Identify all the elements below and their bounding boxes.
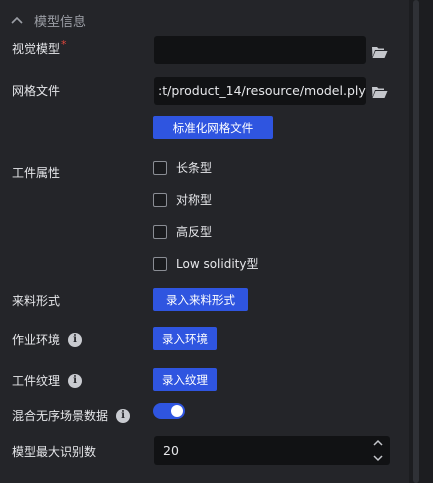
scrollbar[interactable] — [409, 0, 433, 483]
folder-open-icon[interactable] — [371, 44, 388, 58]
enter-feed-form-button[interactable]: 录入来料形式 — [153, 288, 248, 311]
checkbox-row-reflective[interactable]: 高反型 — [153, 223, 212, 240]
enter-texture-button[interactable]: 录入纹理 — [153, 368, 217, 391]
visual-model-label-text: 视觉模型 — [12, 42, 61, 56]
mixed-data-label: 混合无序场景数据 i — [12, 407, 131, 424]
checkbox-row-low-solidity[interactable]: Low solidity型 — [153, 255, 258, 272]
workpiece-props-label: 工件属性 — [12, 166, 61, 180]
stepper-value: 20 — [163, 443, 179, 458]
work-env-label-text: 作业环境 — [12, 333, 61, 347]
stepper-down-icon[interactable] — [373, 455, 383, 462]
max-recognition-label: 模型最大识别数 — [12, 445, 97, 459]
folder-open-icon[interactable] — [371, 84, 388, 98]
checkbox[interactable] — [153, 192, 167, 207]
mesh-file-field[interactable]: :t/product_14/resource/model.ply — [154, 77, 366, 105]
enter-env-button[interactable]: 录入环境 — [153, 327, 217, 350]
checkbox-label: 长条型 — [176, 161, 213, 175]
info-icon[interactable]: i — [116, 408, 131, 423]
mesh-file-path: :t/product_14/resource/model.ply — [158, 83, 366, 98]
checkbox-label: 对称型 — [176, 193, 213, 207]
model-info-panel: 模型信息 视觉模型 * 网格文件 :t/product_14/resource/m… — [0, 0, 409, 483]
mesh-file-label: 网格文件 — [12, 84, 61, 98]
checkbox-label: Low solidity型 — [176, 257, 259, 271]
stepper-up-icon[interactable] — [373, 439, 383, 446]
stepper-arrows — [372, 439, 384, 462]
feed-form-label: 来料形式 — [12, 294, 61, 308]
visual-model-label: 视觉模型 * — [12, 38, 67, 57]
texture-label-text: 工件纹理 — [12, 374, 61, 388]
checkbox-row-symmetric[interactable]: 对称型 — [153, 191, 212, 208]
mixed-data-label-text: 混合无序场景数据 — [12, 409, 109, 423]
section-header[interactable]: 模型信息 — [10, 10, 86, 30]
texture-label: 工件纹理 i — [12, 372, 83, 389]
checkbox[interactable] — [153, 256, 167, 271]
info-icon[interactable]: i — [68, 332, 83, 347]
chevron-up-icon[interactable] — [10, 13, 24, 27]
scroll-thumb[interactable] — [413, 0, 419, 483]
required-mark: * — [61, 38, 67, 51]
info-icon[interactable]: i — [68, 373, 83, 388]
checkbox-label: 高反型 — [176, 225, 213, 239]
max-recognition-stepper[interactable]: 20 — [154, 436, 390, 465]
toggle-knob — [171, 405, 183, 417]
checkbox[interactable] — [153, 160, 167, 175]
visual-model-field[interactable] — [154, 36, 366, 64]
work-env-label: 作业环境 i — [12, 331, 83, 348]
normalize-mesh-button[interactable]: 标准化网格文件 — [153, 116, 273, 139]
checkbox-row-strip[interactable]: 长条型 — [153, 159, 212, 176]
checkbox[interactable] — [153, 224, 167, 239]
mixed-data-toggle[interactable] — [153, 403, 185, 419]
section-title: 模型信息 — [34, 14, 87, 30]
